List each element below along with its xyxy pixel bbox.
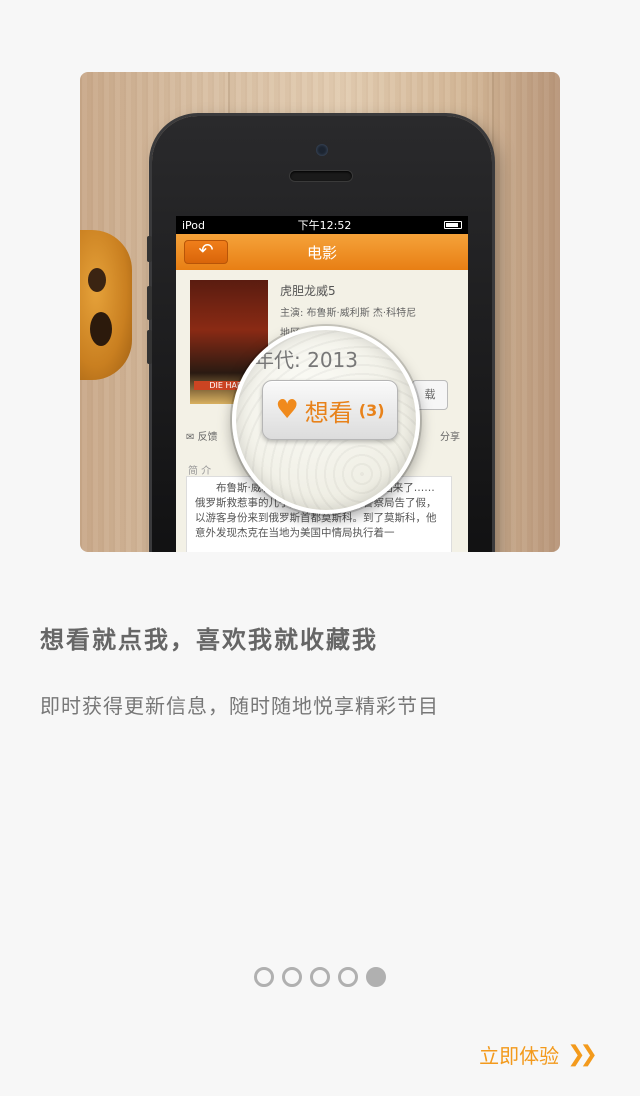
want-count: (3) [358, 400, 385, 420]
double-chevron-right-icon: ❯❯ [567, 1042, 598, 1067]
pager-dot[interactable] [254, 967, 274, 987]
phone-speaker [290, 171, 352, 181]
want-label: 想看 [304, 398, 353, 427]
toy-eye [90, 312, 112, 346]
movie-cast: 主演: 布鲁斯·威利斯 杰·科特尼 [280, 308, 417, 319]
pager-dot[interactable] [282, 967, 302, 987]
magnifier-lens: 年代: 2013 ♥ 想看 (3) [232, 326, 420, 514]
page-subline: 即时获得更新信息，随时随地悦享精彩节目 [40, 694, 439, 718]
page-headline: 想看就点我，喜欢我就收藏我 [40, 626, 378, 654]
pager-dot-active[interactable] [366, 967, 386, 987]
status-time: 下午12:52 [297, 219, 352, 232]
heart-plus-icon: ♥ [275, 395, 299, 425]
back-arrow-icon[interactable]: ↶ [184, 240, 228, 264]
movie-year: 年代: 2013 [254, 348, 358, 372]
feedback-button[interactable]: ✉ 反馈 [186, 428, 218, 443]
share-button[interactable]: 分享 [440, 428, 460, 443]
carrier-label: iPod [182, 218, 206, 232]
feedback-label: 反馈 [197, 432, 218, 443]
nav-title: 电影 [306, 243, 337, 262]
phone-camera [316, 144, 328, 156]
pager-dots [0, 967, 640, 987]
hero-image: iPod 下午12:52 ↶ 电影 DIE HARD 虎胆龙威5 主演: 布鲁斯… [80, 72, 560, 552]
nav-bar: ↶ 电影 [176, 234, 468, 270]
try-now-button[interactable]: 立即体验 ❯❯ [479, 1040, 598, 1069]
intro-label: 简 介 [188, 466, 212, 477]
movie-title: 虎胆龙威5 [280, 284, 336, 298]
phone-side-button [147, 330, 152, 364]
toy-decoration [80, 230, 132, 380]
try-now-label: 立即体验 [479, 1044, 560, 1068]
toy-eye [88, 268, 106, 292]
status-bar: iPod 下午12:52 [176, 216, 468, 234]
phone-side-button [147, 236, 152, 262]
pager-dot[interactable] [310, 967, 330, 987]
wood-plank-divider [492, 72, 494, 552]
phone-side-button [147, 286, 152, 320]
want-to-watch-button[interactable]: ♥ 想看 (3) [262, 380, 398, 440]
pager-dot[interactable] [338, 967, 358, 987]
battery-icon [444, 221, 462, 229]
